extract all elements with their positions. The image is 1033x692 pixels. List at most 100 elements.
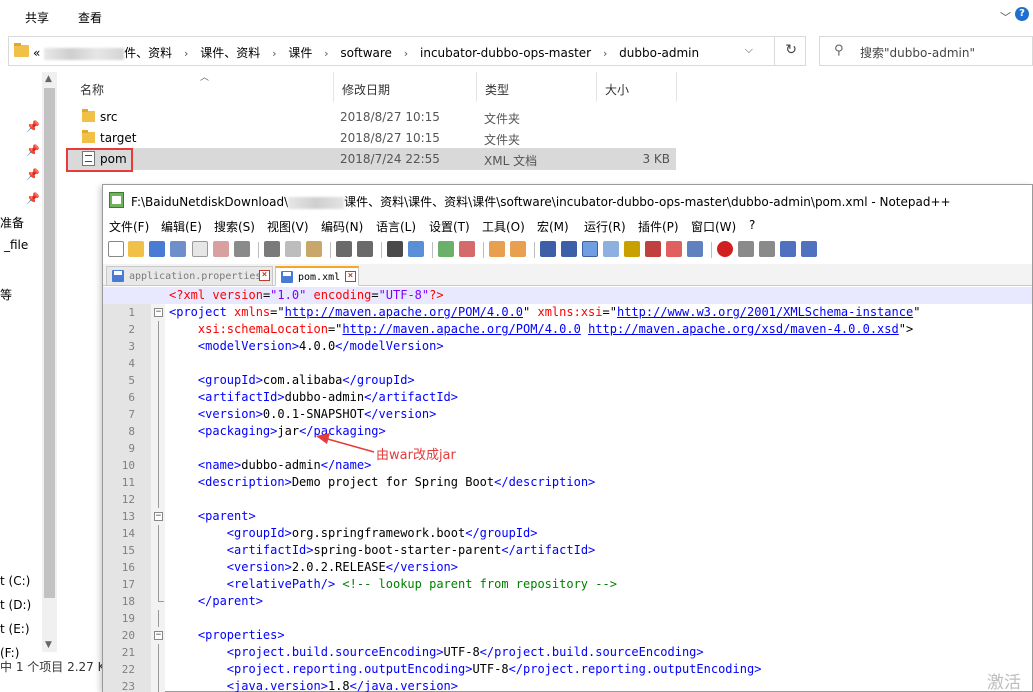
pin-icon[interactable]: 📌	[26, 192, 40, 205]
record-macro-icon[interactable]	[717, 241, 733, 257]
tab-application-properties[interactable]: application.properties ×	[106, 266, 273, 286]
breadcrumb-overflow[interactable]: «	[33, 46, 40, 60]
menu-help[interactable]: ?	[749, 218, 755, 232]
nav-item[interactable]: 准备	[0, 214, 24, 231]
code-line[interactable]: 4 <modelVersion>4.0.0</modelVersion>	[103, 338, 1032, 370]
scroll-up-icon[interactable]: ▲	[45, 74, 52, 84]
udl-icon[interactable]	[624, 241, 640, 257]
word-wrap-icon[interactable]	[540, 241, 556, 257]
fold-toggle-icon[interactable]: −	[154, 308, 163, 317]
indent-guide-icon[interactable]	[582, 241, 598, 257]
menu-encoding[interactable]: 编码(N)	[321, 218, 363, 235]
undo-icon[interactable]	[336, 241, 352, 257]
menu-run[interactable]: 运行(R)	[584, 218, 626, 235]
nav-scrollbar[interactable]: ▲ ▼	[42, 72, 57, 652]
menu-window[interactable]: 窗口(W)	[691, 218, 736, 235]
code-line[interactable]: 2 − <project xmlns="http://maven.apache.…	[103, 304, 1032, 336]
breadcrumb-item[interactable]: 课件、资料	[200, 44, 260, 61]
function-list-icon[interactable]	[645, 241, 661, 257]
menu-settings[interactable]: 设置(T)	[429, 218, 470, 235]
menu-view[interactable]: 视图(V)	[267, 218, 309, 235]
menu-language[interactable]: 语言(L)	[376, 218, 416, 235]
code-line[interactable]: 15 <groupId>org.springframework.boot</gr…	[103, 525, 1032, 557]
chevron-right-icon[interactable]: ›	[324, 47, 328, 60]
scroll-thumb[interactable]	[44, 88, 55, 598]
code-line[interactable]: 18 <relativePath/> <!-- lookup parent fr…	[103, 576, 1032, 608]
show-all-chars-icon[interactable]	[561, 241, 577, 257]
code-line[interactable]: 17 <version>2.0.2.RELEASE</version>	[103, 559, 1032, 591]
find-icon[interactable]	[387, 241, 403, 257]
address-bar[interactable]: « 件、资料 › 课件、资料 › 课件 › software › incubat…	[8, 36, 806, 66]
play-macro-icon[interactable]	[759, 241, 775, 257]
nav-drive-e[interactable]: t (E:)	[0, 622, 30, 636]
code-line[interactable]: 11 <name>dubbo-admin</name>	[103, 457, 1032, 489]
paste-icon[interactable]	[306, 241, 322, 257]
menu-tools[interactable]: 工具(O)	[482, 218, 525, 235]
code-line[interactable]: 1 <?xml version="1.0" encoding="UTF-8"?>	[103, 287, 1032, 319]
replace-icon[interactable]	[408, 241, 424, 257]
fold-toggle-icon[interactable]: −	[154, 512, 163, 521]
zoom-in-icon[interactable]	[438, 241, 454, 257]
code-line[interactable]: 19 </parent>	[103, 593, 1032, 625]
code-line[interactable]: 12 <description>Demo project for Spring …	[103, 474, 1032, 506]
new-file-icon[interactable]	[108, 241, 124, 257]
code-line[interactable]: 8 <version>0.0.1-SNAPSHOT</version>	[103, 406, 1032, 438]
chevron-down-icon[interactable]: ﹀	[1000, 9, 1011, 25]
code-line[interactable]: 5	[103, 355, 1032, 387]
run-macro-multiple-icon[interactable]	[780, 241, 796, 257]
save-all-icon[interactable]	[170, 241, 186, 257]
zoom-out-icon[interactable]	[459, 241, 475, 257]
ribbon-tab-share[interactable]: 共享	[25, 9, 49, 26]
monitoring-icon[interactable]	[687, 241, 703, 257]
code-line[interactable]: 3 xsi:schemaLocation="http://maven.apach…	[103, 321, 1032, 353]
menu-edit[interactable]: 编辑(E)	[161, 218, 202, 235]
column-header-date[interactable]: 修改日期	[334, 72, 477, 102]
nav-drive-c[interactable]: t (C:)	[0, 574, 30, 588]
nav-item[interactable]: 等	[0, 286, 12, 303]
breadcrumb-item[interactable]: 件、资料	[124, 44, 172, 61]
code-line[interactable]: 16 <artifactId>spring-boot-starter-paren…	[103, 542, 1032, 574]
code-line[interactable]: 20	[103, 610, 1032, 642]
code-line[interactable]: 24 <java.version>1.8</java.version>	[103, 678, 1032, 692]
chevron-right-icon[interactable]: ›	[603, 47, 607, 60]
menu-plugins[interactable]: 插件(P)	[638, 218, 679, 235]
pin-icon[interactable]: 📌	[26, 120, 40, 133]
redo-icon[interactable]	[357, 241, 373, 257]
scroll-down-icon[interactable]: ▼	[45, 640, 52, 650]
menu-search[interactable]: 搜索(S)	[214, 218, 255, 235]
save-icon[interactable]	[149, 241, 165, 257]
nav-drive-d[interactable]: t (D:)	[0, 598, 31, 612]
column-header-type[interactable]: 类型	[477, 72, 597, 102]
chevron-right-icon[interactable]: ›	[272, 47, 276, 60]
close-all-icon[interactable]	[213, 241, 229, 257]
chevron-right-icon[interactable]: ›	[404, 47, 408, 60]
code-editor[interactable]: 1 <?xml version="1.0" encoding="UTF-8"?>…	[103, 287, 1032, 692]
window-title-bar[interactable]: F:\BaiduNetdiskDownload\ 课件、资料\课件、资料\课件\s…	[103, 185, 1032, 215]
save-macro-icon[interactable]	[801, 241, 817, 257]
tab-pom-xml[interactable]: pom.xml ×	[275, 266, 359, 286]
close-tab-icon[interactable]: ×	[345, 271, 356, 282]
pin-icon[interactable]: 📌	[26, 144, 40, 157]
code-line[interactable]: 13	[103, 491, 1032, 523]
code-line[interactable]: 23 <project.reporting.outputEncoding>UTF…	[103, 661, 1032, 692]
ribbon-tab-view[interactable]: 查看	[78, 9, 102, 26]
breadcrumb-item[interactable]: 课件	[288, 44, 312, 61]
print-icon[interactable]	[234, 241, 250, 257]
sync-vertical-icon[interactable]	[489, 241, 505, 257]
code-line[interactable]: 10	[103, 440, 1032, 472]
refresh-icon[interactable]: ↻	[785, 42, 797, 58]
open-file-icon[interactable]	[128, 241, 144, 257]
file-row-target[interactable]: target 2018/8/27 10:15 文件夹	[66, 127, 676, 149]
copy-icon[interactable]	[285, 241, 301, 257]
cut-icon[interactable]	[264, 241, 280, 257]
help-icon[interactable]: ?	[1015, 7, 1029, 21]
menu-macro[interactable]: 宏(M)	[537, 218, 569, 235]
nav-item[interactable]: _file	[4, 238, 28, 252]
column-header-size[interactable]: 大小	[597, 72, 677, 102]
column-header-name[interactable]: 名称	[72, 72, 334, 102]
code-line[interactable]: 7 <artifactId>dubbo-admin</artifactId>	[103, 389, 1032, 421]
sync-horizontal-icon[interactable]	[510, 241, 526, 257]
breadcrumb-item[interactable]: incubator-dubbo-ops-master	[420, 46, 591, 60]
breadcrumb-item[interactable]: software	[340, 46, 392, 60]
file-row-src[interactable]: src 2018/8/27 10:15 文件夹	[66, 106, 676, 128]
